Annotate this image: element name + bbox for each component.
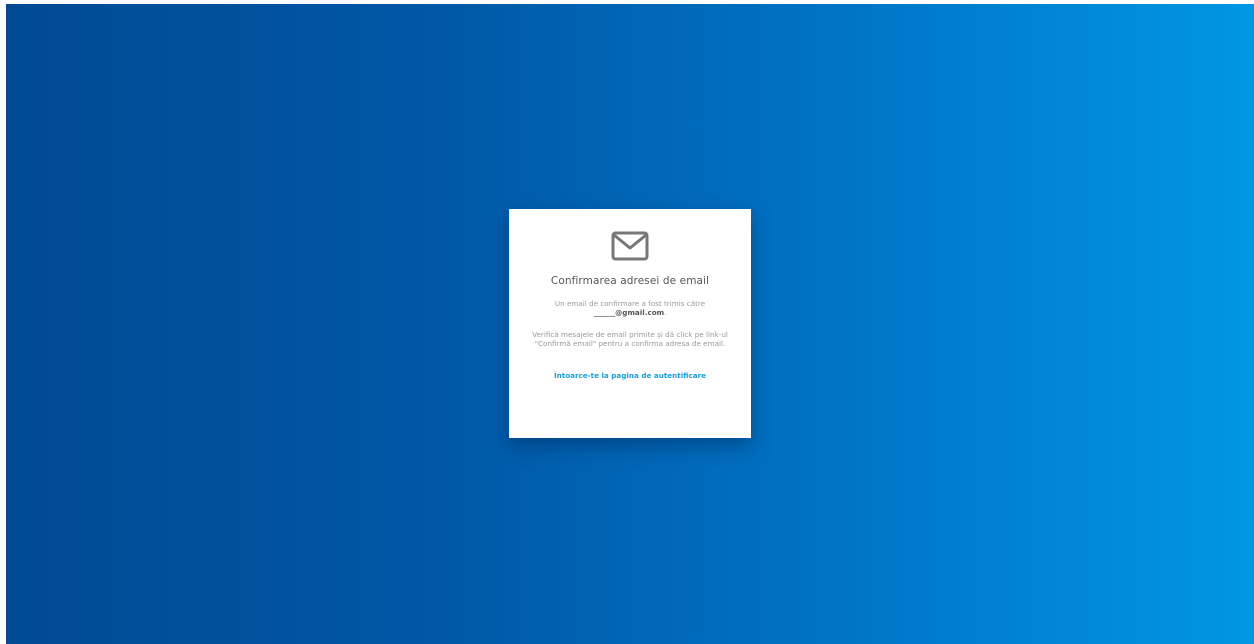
card-title: Confirmarea adresei de email xyxy=(550,275,710,287)
email-confirmation-card: Confirmarea adresei de email Un email de… xyxy=(509,209,751,438)
sent-suffix: . xyxy=(664,308,667,318)
sent-prefix: Un email de confirmare a fost trimis căt… xyxy=(554,299,706,308)
email-address: ______@gmail.com xyxy=(593,308,665,318)
page: Confirmarea adresei de email Un email de… xyxy=(0,0,1254,644)
envelope-icon xyxy=(611,231,649,261)
instructions-text: Verifică mesajele de email primite și dă… xyxy=(532,329,728,349)
sent-message: Un email de confirmare a fost trimis căt… xyxy=(530,299,730,318)
back-to-login-link[interactable]: Întoarce-te la pagina de autentificare xyxy=(554,371,706,380)
